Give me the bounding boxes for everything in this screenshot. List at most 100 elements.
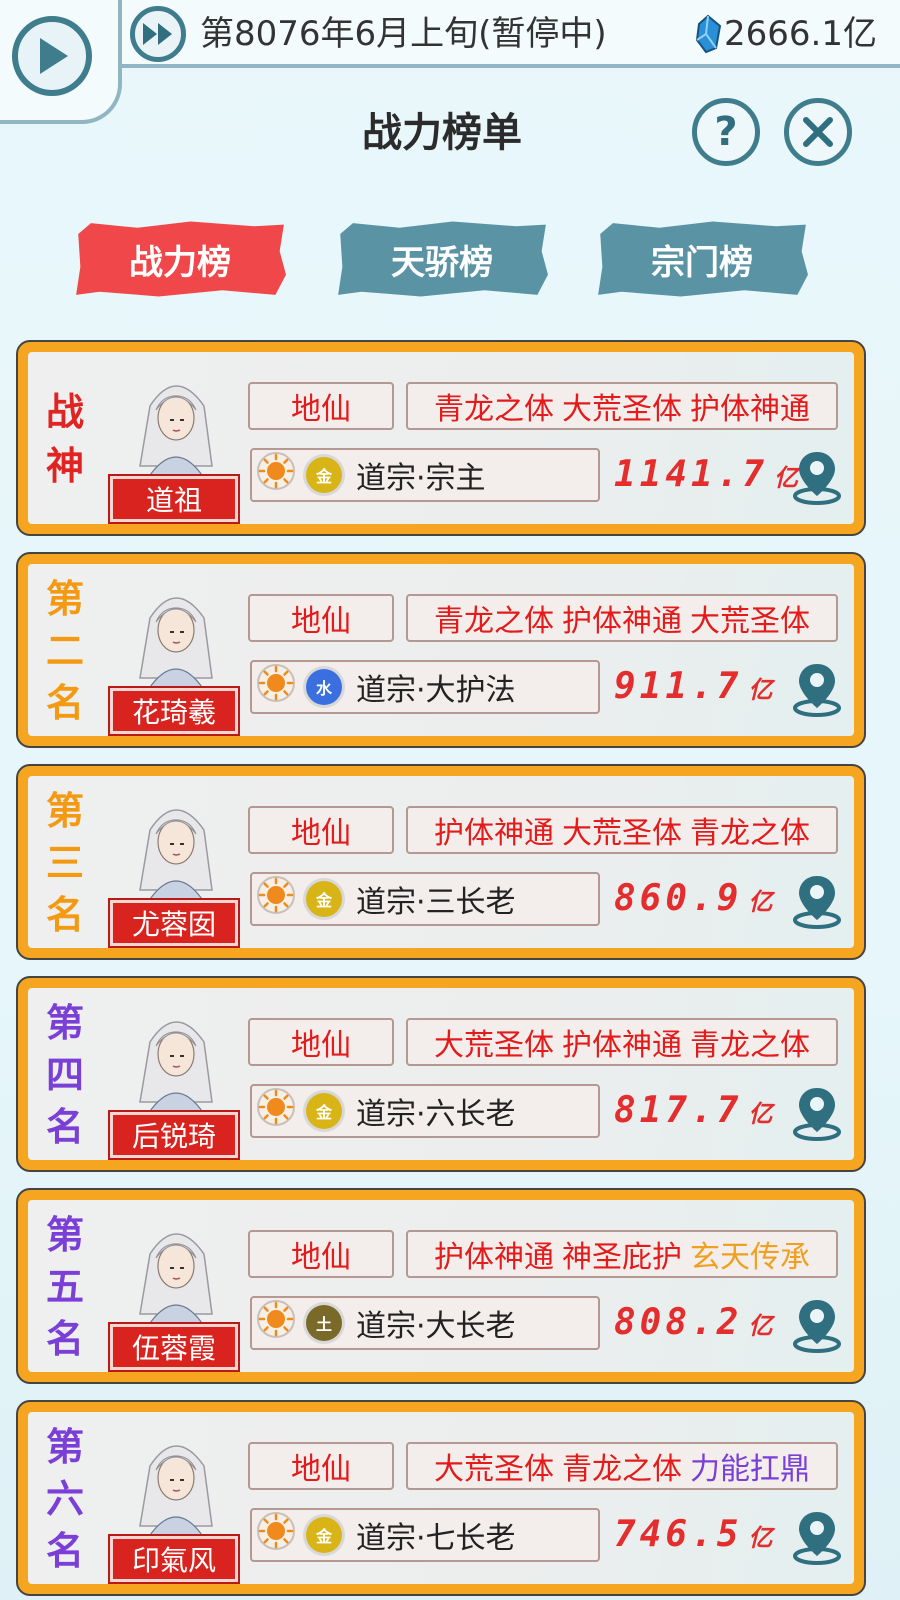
element-icon: 金	[306, 1093, 342, 1129]
trait-label: 青龙之体	[690, 816, 810, 851]
role-box: 金 道宗·七长老	[250, 1508, 600, 1562]
power-unit: 亿	[748, 1524, 773, 1552]
sect-role: 道宗·六长老	[356, 1097, 516, 1132]
combat-power: 1141.7 亿	[614, 454, 798, 504]
top-status-bar: 第8076年6月上旬(暂停中) 2666.1亿	[0, 0, 900, 124]
tab-power-ranking[interactable]: 战力榜	[76, 221, 286, 297]
character-portrait[interactable]	[120, 578, 232, 691]
close-button[interactable]	[784, 98, 852, 166]
card-body: 第五名 伍蓉霞 地仙 护体神通 神圣庇护 玄天传承 土 道宗·大长老 808.2 亿	[28, 1200, 854, 1372]
trait-label: 护体神通	[434, 1240, 554, 1275]
traits-box: 护体神通 大荒圣体 青龙之体	[406, 806, 838, 854]
sun-icon	[252, 451, 296, 499]
rank-char: 第	[45, 576, 84, 621]
rank-char: 名	[45, 680, 84, 725]
traits-box: 青龙之体 大荒圣体 护体神通	[406, 382, 838, 430]
element-icon: 土	[306, 1305, 342, 1341]
traits-box: 护体神通 神圣庇护 玄天传承	[406, 1230, 838, 1278]
trait-label: 护体神通	[562, 1028, 682, 1063]
sun-icon	[252, 1299, 296, 1347]
game-date: 第8076年6月上旬(暂停中)	[200, 14, 607, 54]
rank-char: 四	[45, 1052, 84, 1097]
rank-label: 第四名	[42, 1000, 88, 1150]
sect-role: 道宗·宗主	[356, 461, 486, 496]
trait-label: 大荒圣体	[562, 816, 682, 851]
realm-label: 地仙	[248, 1442, 394, 1490]
sun-icon	[252, 663, 296, 711]
realm-label: 地仙	[248, 806, 394, 854]
trait-label: 青龙之体	[690, 1028, 810, 1063]
play-icon	[40, 38, 68, 74]
character-portrait[interactable]	[120, 366, 232, 479]
tab-label: 战力榜	[129, 242, 231, 283]
trait-label: 玄天传承	[690, 1240, 810, 1275]
role-box: 金 道宗·三长老	[250, 872, 600, 926]
ranking-card[interactable]: 第六名 印氣风 地仙 大荒圣体 青龙之体 力能扛鼎 金 道宗·七长老 746.5 亿	[16, 1400, 866, 1596]
realm-label: 地仙	[248, 1230, 394, 1278]
power-value: 746.5	[614, 1514, 743, 1555]
tab-prodigy-ranking[interactable]: 天骄榜	[338, 221, 548, 297]
role-box: 水 道宗·大护法	[250, 660, 600, 714]
power-value: 860.9	[614, 878, 743, 919]
card-body: 第三名 尤蓉囡 地仙 护体神通 大荒圣体 青龙之体 金 道宗·三长老 860.9 亿	[28, 776, 854, 948]
rank-label: 第三名	[42, 788, 88, 938]
rank-label: 第六名	[42, 1424, 88, 1574]
power-unit: 亿	[748, 1100, 773, 1128]
rank-char: 第	[45, 1424, 84, 1469]
character-name: 尤蓉囡	[108, 898, 240, 948]
ranking-card[interactable]: 第三名 尤蓉囡 地仙 护体神通 大荒圣体 青龙之体 金 道宗·三长老 860.9 亿	[16, 764, 866, 960]
rank-char: 名	[45, 1104, 84, 1149]
combat-power: 911.7 亿	[614, 666, 772, 716]
trait-label: 神圣庇护	[562, 1240, 682, 1275]
sect-role: 道宗·七长老	[356, 1521, 516, 1556]
currency-amount: 2666.1亿	[724, 14, 877, 54]
character-portrait[interactable]	[120, 1002, 232, 1115]
tab-sect-ranking[interactable]: 宗门榜	[598, 221, 808, 297]
realm-label: 地仙	[248, 594, 394, 642]
ranking-list[interactable]: 战神 道祖 地仙 青龙之体大荒圣体护体神通 金 道宗·宗主 1141.7 亿	[16, 340, 866, 1600]
tab-label: 宗门榜	[651, 242, 753, 283]
play-button[interactable]	[12, 16, 92, 96]
help-button[interactable]: ?	[692, 98, 760, 166]
rank-label: 战神	[42, 364, 88, 514]
trait-label: 护体神通	[434, 816, 554, 851]
fast-forward-icon	[143, 23, 172, 45]
rank-char: 名	[45, 892, 84, 937]
ranking-card[interactable]: 第五名 伍蓉霞 地仙 护体神通 神圣庇护 玄天传承 土 道宗·大长老 808.2 亿	[16, 1188, 866, 1384]
ranking-card[interactable]: 第四名 后锐琦 地仙 大荒圣体 护体神通 青龙之体 金 道宗·六长老 817.7 亿	[16, 976, 866, 1172]
trait-label: 大荒圣体	[562, 392, 682, 427]
character-name: 道祖	[108, 474, 240, 524]
trait-label: 青龙之体	[562, 1452, 682, 1487]
element-icon: 金	[306, 457, 342, 493]
role-box: 金 道宗·宗主	[250, 448, 600, 502]
character-name: 印氣风	[108, 1534, 240, 1584]
traits-box: 大荒圣体 青龙之体 力能扛鼎	[406, 1442, 838, 1490]
ranking-card[interactable]: 战神 道祖 地仙 青龙之体 大荒圣体 护体神通 金 道宗·宗主 1141.7 亿	[16, 340, 866, 536]
ranking-card[interactable]: 第二名 花琦羲 地仙 青龙之体 护体神通 大荒圣体 水 道宗·大护法 911.7 亿	[16, 552, 866, 748]
tab-label: 天骄榜	[391, 242, 493, 283]
power-unit: 亿	[748, 1312, 773, 1340]
rank-label: 第二名	[42, 576, 88, 726]
rank-char: 战	[45, 389, 84, 434]
role-box: 金 道宗·六长老	[250, 1084, 600, 1138]
power-unit: 亿	[748, 888, 773, 916]
sun-icon	[252, 1511, 296, 1559]
character-portrait[interactable]	[120, 1214, 232, 1327]
trait-label: 大荒圣体	[434, 1028, 554, 1063]
character-portrait[interactable]	[120, 790, 232, 903]
power-unit: 亿	[748, 676, 773, 704]
realm-label: 地仙	[248, 1018, 394, 1066]
rank-char: 二	[45, 628, 84, 673]
fast-forward-button[interactable]	[130, 6, 186, 62]
trait-label: 大荒圣体	[434, 1452, 554, 1487]
character-portrait[interactable]	[120, 1426, 232, 1539]
traits-box: 青龙之体 护体神通 大荒圣体	[406, 594, 838, 642]
sect-role: 道宗·大长老	[356, 1309, 516, 1344]
trait-label: 青龙之体	[434, 392, 554, 427]
trait-label: 青龙之体	[434, 604, 554, 639]
combat-power: 808.2 亿	[614, 1302, 772, 1352]
sect-role: 道宗·大护法	[356, 673, 516, 708]
rank-char: 六	[45, 1476, 84, 1521]
rank-char: 第	[45, 1212, 84, 1257]
rank-char: 第	[45, 788, 84, 833]
